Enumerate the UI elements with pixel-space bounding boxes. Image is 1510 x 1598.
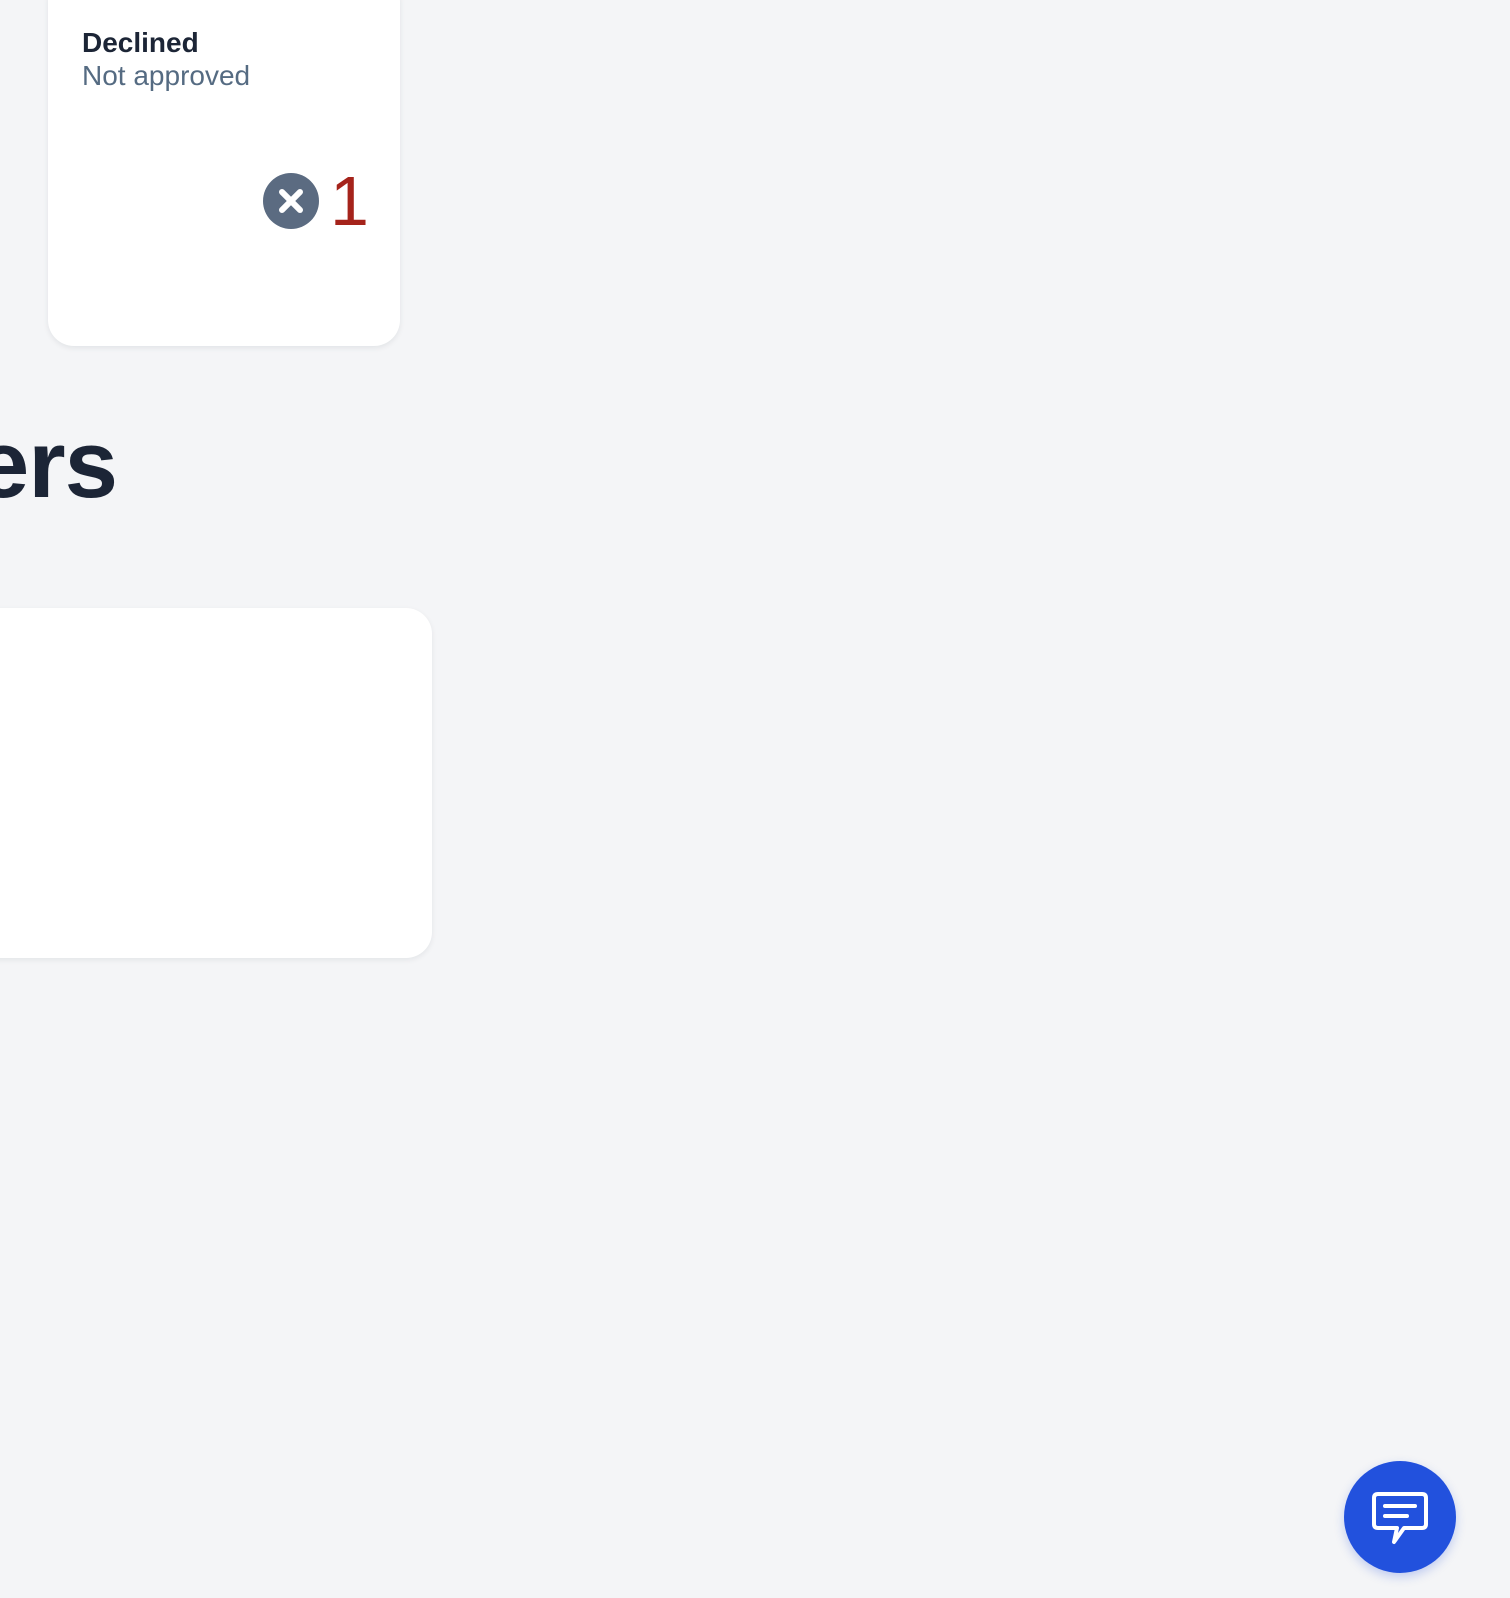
card-title: Declined [82,27,199,58]
section-heading: ers [0,411,118,518]
content-panel [0,608,432,958]
card-subtitle: Not approved [82,60,251,91]
chat-icon [1372,1492,1428,1544]
declined-status-card[interactable]: Declined Not approved 1 [48,0,400,346]
x-circle-icon [263,173,319,229]
declined-count: 1 [330,162,369,240]
chat-button[interactable] [1344,1461,1456,1573]
